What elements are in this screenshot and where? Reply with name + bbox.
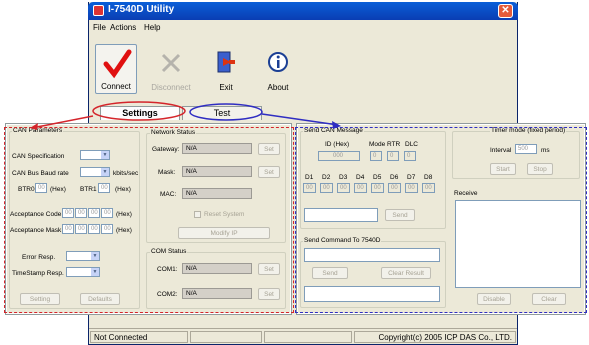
copyright-text: Copyright(c) 2005 ICP DAS Co., LTD. — [354, 331, 516, 343]
menu-actions[interactable]: Actions — [110, 23, 136, 32]
settings-tab-ellipse — [92, 101, 186, 121]
red-highlight-box — [4, 127, 294, 313]
status-segment-2 — [190, 331, 262, 343]
info-icon — [268, 52, 288, 72]
exit-label: Exit — [219, 83, 233, 92]
red-arrow — [31, 115, 94, 129]
status-segment-3 — [264, 331, 352, 343]
app-icon — [93, 5, 104, 16]
blue-arrowhead — [332, 121, 341, 129]
menu-file[interactable]: File — [93, 23, 106, 32]
disconnect-button[interactable]: Disconnect — [150, 44, 192, 94]
disconnect-label: Disconnect — [151, 83, 191, 92]
about-button[interactable]: About — [257, 44, 299, 94]
exit-door-icon — [217, 51, 235, 73]
exit-button[interactable]: Exit — [205, 44, 247, 94]
checkmark-icon — [103, 49, 132, 79]
about-label: About — [267, 83, 289, 92]
window-title: I-7540D Utility — [108, 4, 175, 15]
red-arrowhead — [30, 123, 38, 130]
x-icon — [161, 53, 181, 73]
connect-button[interactable]: Connect — [95, 44, 137, 94]
blue-highlight-box — [295, 127, 587, 313]
connect-label: Connect — [101, 82, 131, 91]
test-tab-ellipse — [189, 103, 263, 121]
connection-status: Not Connected — [90, 331, 188, 343]
close-button[interactable]: ✕ — [498, 4, 513, 18]
blue-arrow — [261, 113, 339, 126]
annotation-arrows — [30, 101, 341, 130]
menu-help[interactable]: Help — [144, 23, 160, 32]
